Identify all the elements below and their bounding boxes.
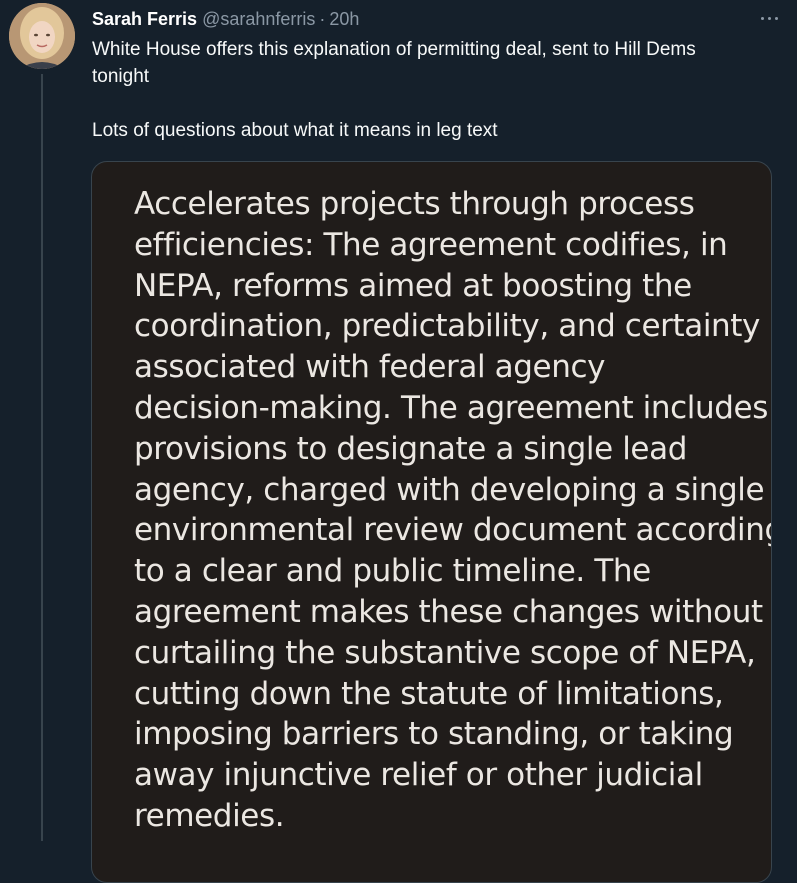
media-text-line: to a clear and public timeline. The bbox=[134, 553, 651, 590]
media-text-line: cutting down the statute of limitations, bbox=[134, 675, 724, 712]
timestamp[interactable]: 20h bbox=[329, 8, 359, 30]
media-text-line: remedies. bbox=[134, 797, 285, 834]
media-text-line: coordination, predictability, and certai… bbox=[134, 308, 760, 345]
media-text-line: Accelerates projects through process bbox=[134, 186, 695, 222]
more-horizontal-icon bbox=[760, 16, 764, 20]
media-text-line: provisions to designate a single lead bbox=[134, 430, 687, 467]
media-text-line: associated with federal agency bbox=[134, 349, 606, 386]
media-text-line: imposing barriers to standing, or taking bbox=[134, 716, 734, 753]
tweet-header: Sarah Ferris @sarahnferris · 20h bbox=[92, 8, 777, 30]
more-options-button[interactable] bbox=[755, 8, 783, 28]
media-image[interactable]: Accelerates projects through process eff… bbox=[91, 161, 772, 883]
tweet-text-line: Lots of questions about what it means in… bbox=[92, 120, 498, 141]
more-horizontal-icon-dot bbox=[774, 16, 778, 20]
tweet-text-line: White House offers this explanation of p… bbox=[92, 39, 696, 60]
separator: · bbox=[319, 9, 326, 29]
media-text-line: environmental review document according bbox=[134, 512, 772, 549]
tweet-text-line: tonight bbox=[92, 66, 150, 87]
thread-line bbox=[41, 74, 43, 841]
author-name[interactable]: Sarah Ferris bbox=[92, 8, 197, 30]
media-text-line: curtailing the substantive scope of NEPA… bbox=[134, 634, 756, 671]
media-text-line: agreement makes these changes without bbox=[134, 593, 763, 630]
media-text-line: efficiencies: The agreement codifies, in bbox=[134, 226, 728, 263]
more-horizontal-icon-dot bbox=[767, 16, 771, 20]
media-text-line: NEPA, reforms aimed at boosting the bbox=[134, 267, 692, 304]
media-text-line: agency, charged with developing a single bbox=[134, 471, 765, 508]
media-text: Accelerates projects through process eff… bbox=[134, 184, 772, 837]
tweet-text: White House offers this explanation of p… bbox=[92, 36, 782, 144]
media-text-line: decision-making. The agreement includes bbox=[134, 389, 768, 426]
tweet: Sarah Ferris @sarahnferris · 20h White H… bbox=[0, 0, 797, 883]
author-handle[interactable]: @sarahnferris bbox=[202, 8, 315, 30]
media-text-line: away injunctive relief or other judicial bbox=[134, 757, 703, 794]
avatar[interactable] bbox=[9, 3, 75, 69]
avatar-image bbox=[9, 3, 75, 69]
